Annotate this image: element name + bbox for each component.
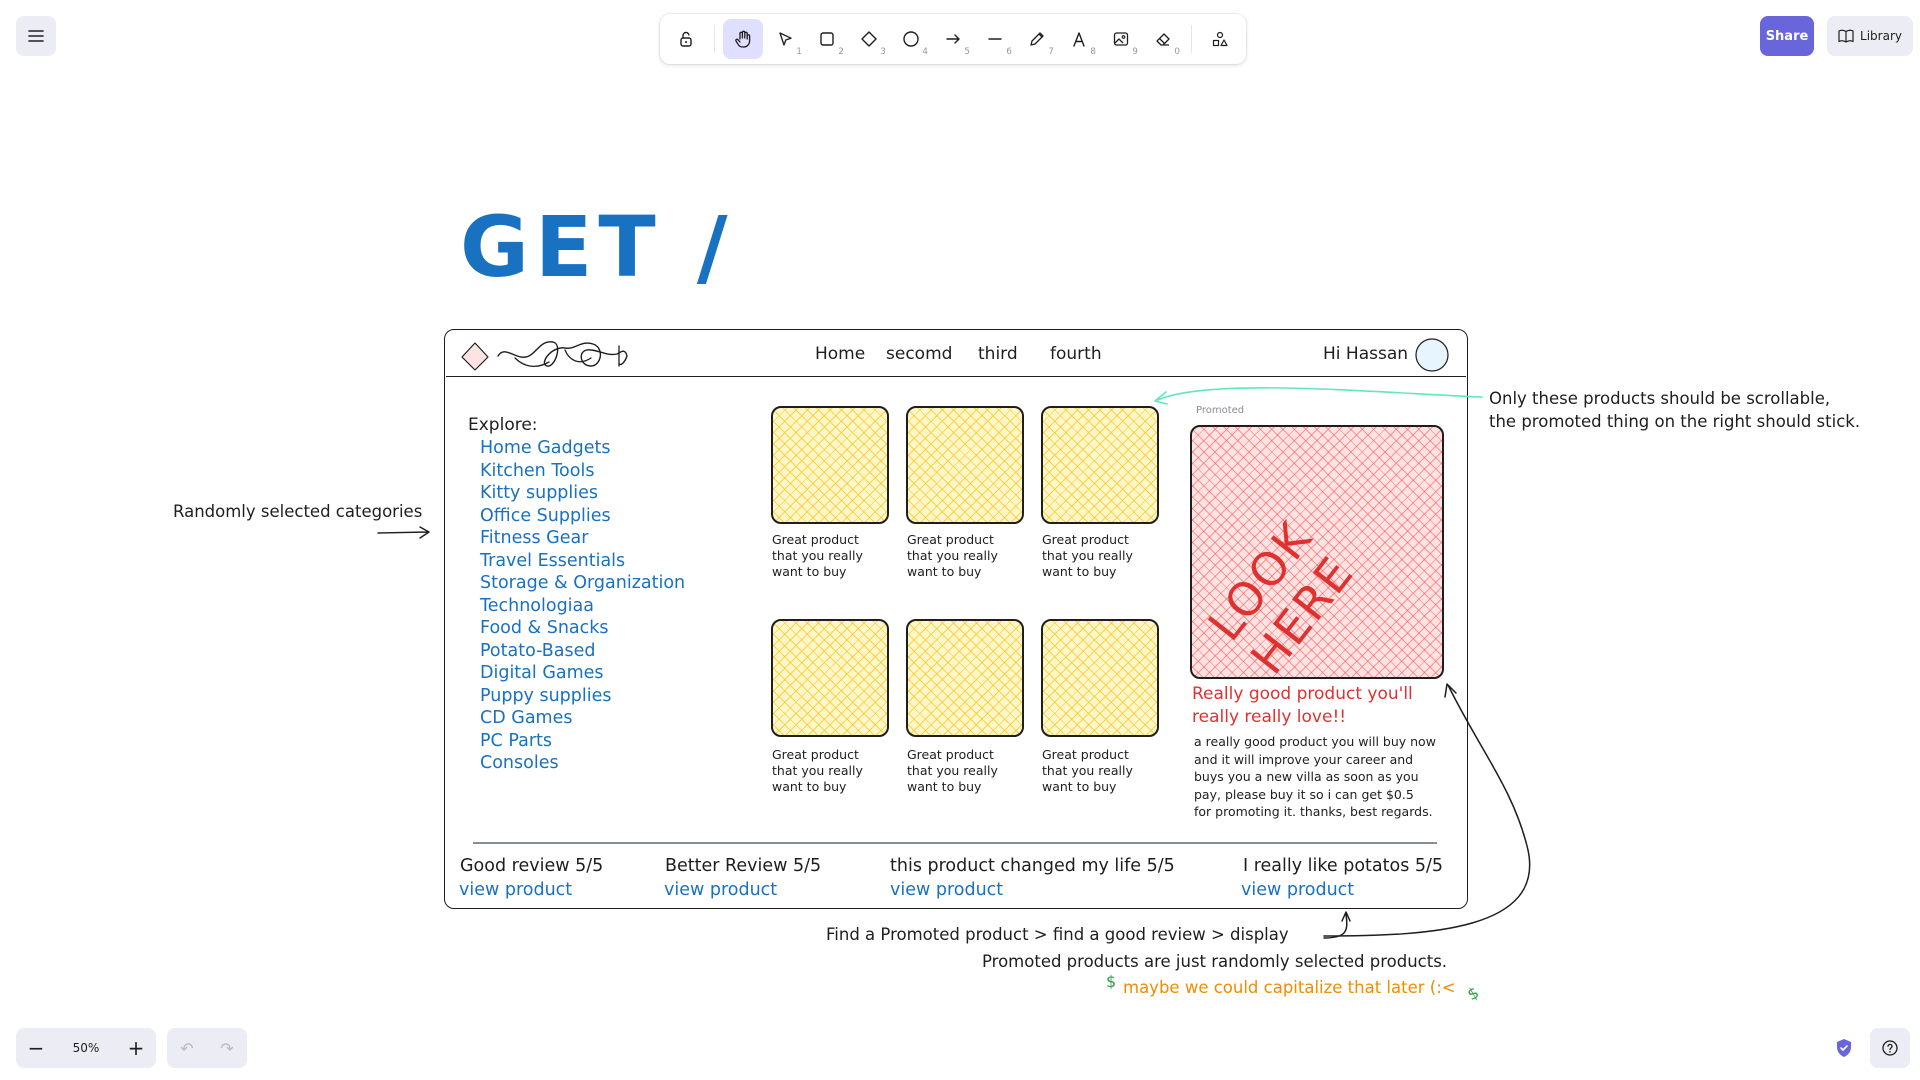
zoom-level[interactable]: 50% (73, 1041, 100, 1055)
zoom-controls: − 50% + (16, 1028, 156, 1068)
zoom-in-button[interactable]: + (116, 1028, 156, 1068)
annotation-arrows (377, 387, 1531, 939)
help-button[interactable] (1870, 1028, 1910, 1068)
categories-arrow (377, 526, 430, 539)
redo-button[interactable]: ↷ (220, 1039, 233, 1058)
flow-to-reviews-arrow (1323, 911, 1351, 939)
flow-to-promo-arrow (1323, 683, 1531, 937)
shield-icon[interactable] (1832, 1036, 1856, 1060)
help-icon (1882, 1040, 1898, 1056)
zoom-out-button[interactable]: − (16, 1028, 56, 1068)
history-controls: ↶ ↷ (167, 1028, 247, 1068)
undo-button[interactable]: ↶ (180, 1039, 193, 1058)
scroll-arrow (1154, 387, 1483, 405)
